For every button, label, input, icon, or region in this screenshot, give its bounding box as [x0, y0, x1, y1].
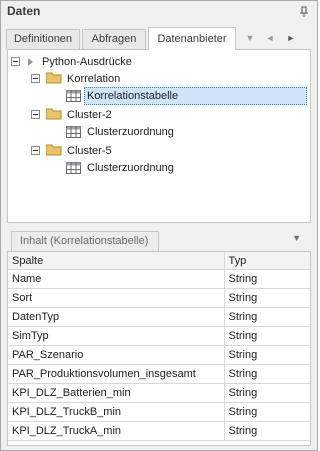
- cell-typ: String: [224, 402, 310, 422]
- tab-abfragen[interactable]: Abfragen: [82, 29, 146, 49]
- cell-typ: String: [224, 307, 310, 327]
- cell-typ: String: [224, 383, 310, 403]
- tab-next-arrow-icon[interactable]: ►: [284, 29, 298, 47]
- table-row[interactable]: SimTyp String: [8, 326, 310, 346]
- tree-group-label[interactable]: Cluster-2: [67, 106, 112, 124]
- tab-menu-chevron-icon[interactable]: ▼: [243, 29, 257, 47]
- table-icon: [66, 126, 81, 138]
- panel-title: Daten: [7, 4, 41, 18]
- tree-item-label[interactable]: Clusterzuordnung: [87, 159, 174, 177]
- folder-icon: [46, 144, 62, 156]
- collapse-icon[interactable]: [11, 57, 20, 66]
- column-header-typ[interactable]: Typ: [224, 252, 310, 270]
- tab-inhalt[interactable]: Inhalt (Korrelationstabelle): [11, 231, 159, 251]
- table-row[interactable]: Name String: [8, 269, 310, 289]
- content-tab-strip: Inhalt (Korrelationstabelle) ▼: [7, 229, 309, 251]
- tab-strip: Definitionen Abfragen Datenanbieter ▼ ◄ …: [1, 27, 317, 50]
- cell-typ: String: [224, 364, 310, 384]
- table-row[interactable]: KPI_DLZ_TruckB_min String: [8, 402, 310, 422]
- data-panel: Daten Definitionen Abfragen Datenanbiete…: [0, 0, 318, 451]
- table-row[interactable]: PAR_Szenario String: [8, 345, 310, 365]
- provider-tree: Python-Ausdrücke Korrelation Korrelation…: [7, 49, 311, 223]
- panel-titlebar: Daten: [1, 1, 317, 23]
- folder-icon: [46, 72, 62, 84]
- cell-spalte: KPI_DLZ_TruckB_min: [8, 402, 225, 422]
- cell-spalte: PAR_Szenario: [8, 345, 225, 365]
- table-row[interactable]: PAR_Produktionsvolumen_insgesamt String: [8, 364, 310, 384]
- cell-spalte: DatenTyp: [8, 307, 225, 327]
- grid-header-row: Spalte Typ: [8, 252, 310, 270]
- content-menu-chevron-icon[interactable]: ▼: [292, 233, 301, 243]
- pin-icon[interactable]: [299, 6, 309, 18]
- cell-typ: String: [224, 421, 310, 441]
- cell-spalte: Name: [8, 269, 225, 289]
- tree-group-label[interactable]: Korrelation: [67, 70, 120, 88]
- cell-typ: String: [224, 288, 310, 308]
- collapse-icon[interactable]: [31, 146, 40, 155]
- table-row[interactable]: KPI_DLZ_TruckA_min String: [8, 421, 310, 441]
- collapse-icon[interactable]: [31, 110, 40, 119]
- cell-typ: String: [224, 326, 310, 346]
- folder-icon: [46, 108, 62, 120]
- tree-item-label[interactable]: Korrelationstabelle: [87, 87, 178, 105]
- tree-root-label[interactable]: Python-Ausdrücke: [42, 53, 132, 71]
- table-row[interactable]: DatenTyp String: [8, 307, 310, 327]
- table-row[interactable]: Sort String: [8, 288, 310, 308]
- cell-spalte: KPI_DLZ_Batterien_min: [8, 383, 225, 403]
- column-header-spalte[interactable]: Spalte: [8, 252, 225, 270]
- columns-grid: Spalte Typ Name String Sort String DatenTy…: [7, 251, 311, 446]
- table-icon: [66, 90, 81, 102]
- cell-spalte: KPI_DLZ_TruckA_min: [8, 421, 225, 441]
- cell-spalte: PAR_Produktionsvolumen_insgesamt: [8, 364, 225, 384]
- table-row[interactable]: KPI_DLZ_Batterien_min String: [8, 383, 310, 403]
- tab-prev-arrow-icon[interactable]: ◄: [263, 29, 277, 47]
- collapse-icon[interactable]: [31, 74, 40, 83]
- tree-group-label[interactable]: Cluster-5: [67, 142, 112, 160]
- expand-arrow-icon[interactable]: [28, 58, 34, 66]
- cell-typ: String: [224, 345, 310, 365]
- cell-typ: String: [224, 269, 310, 289]
- tab-definitionen[interactable]: Definitionen: [6, 29, 80, 49]
- tab-datenanbieter[interactable]: Datenanbieter: [148, 27, 236, 50]
- cell-spalte: SimTyp: [8, 326, 225, 346]
- tree-item-label[interactable]: Clusterzuordnung: [87, 123, 174, 141]
- cell-spalte: Sort: [8, 288, 225, 308]
- table-icon: [66, 162, 81, 174]
